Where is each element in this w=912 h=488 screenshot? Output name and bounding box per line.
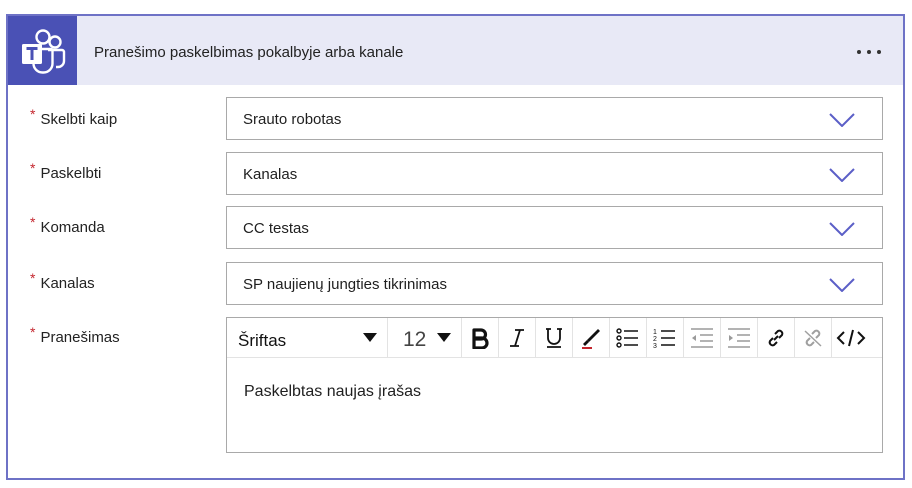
chevron-down-icon [829,168,855,182]
decrease-indent-button[interactable] [684,318,721,358]
caret-down-icon [363,333,377,342]
chevron-down-icon [829,222,855,236]
field-label-text: Kanalas [40,275,95,292]
message-editor: Šriftas 12 1 2 3 Paskelbtas naujas įraša… [226,317,883,453]
code-icon [836,329,865,347]
required-marker: * [30,106,36,122]
font-size-value: 12 [403,328,427,351]
channel-dropdown[interactable]: SP naujienų jungties tikrinimas [226,262,883,305]
teams-icon [8,16,77,85]
field-label: * Pranešimas [30,324,120,346]
field-label: * Paskelbti [30,160,102,182]
bulleted-list-icon [616,328,638,348]
card-header[interactable]: Pranešimo paskelbimas pokalbyje arba kan… [8,16,903,85]
field-label: * Komanda [30,214,105,236]
underline-button[interactable] [536,318,573,358]
action-card: Pranešimo paskelbimas pokalbyje arba kan… [6,14,905,480]
team-dropdown[interactable]: CC testas [226,206,883,249]
field-label: * Kanalas [30,270,95,292]
required-marker: * [30,270,36,286]
chevron-down-icon [829,278,855,292]
dropdown-value: SP naujienų jungties tikrinimas [243,276,448,293]
unlink-icon [804,329,822,347]
numbered-list-button[interactable]: 1 2 3 [647,318,684,358]
numbered-list-icon: 1 2 3 [653,329,675,349]
decrease-indent-icon [691,328,713,348]
dropdown-value: CC testas [243,220,309,237]
svg-text:2: 2 [653,336,657,343]
font-family-value: Šriftas [238,331,287,350]
field-label-text: Paskelbti [40,165,102,182]
field-label: * Skelbti kaip [30,106,118,128]
field-label-text: Skelbti kaip [40,111,118,128]
field-label-text: Komanda [40,219,105,236]
dropdown-value: Srauto robotas [243,111,342,128]
increase-indent-icon [728,328,750,348]
dropdown-value: Kanalas [243,166,298,183]
required-marker: * [30,160,36,176]
required-marker: * [30,324,36,340]
bulleted-list-button[interactable] [610,318,647,358]
required-marker: * [30,214,36,230]
post-in-dropdown[interactable]: Kanalas [226,152,883,195]
insert-link-button[interactable] [758,318,795,358]
underline-icon [546,328,562,348]
increase-indent-button[interactable] [721,318,758,358]
svg-text:3: 3 [653,343,657,349]
post-as-dropdown[interactable]: Srauto robotas [226,97,883,140]
caret-down-icon [437,333,451,342]
italic-button[interactable] [499,318,536,358]
svg-text:1: 1 [653,329,657,336]
text-color-button[interactable] [573,318,610,358]
bold-button[interactable] [462,318,499,358]
chevron-down-icon [829,113,855,127]
editor-toolbar: Šriftas 12 1 2 3 [227,318,882,358]
card-title: Pranešimo paskelbimas pokalbyje arba kan… [94,44,404,61]
link-icon [768,329,784,347]
remove-link-button[interactable] [795,318,832,358]
italic-icon [510,329,524,347]
message-body-text[interactable]: Paskelbtas naujas įrašas [244,383,421,401]
font-size-select[interactable]: 12 [388,318,462,358]
font-family-select[interactable]: Šriftas [227,318,388,358]
paint-brush-icon [582,329,600,349]
more-options-icon[interactable] [851,42,887,62]
field-label-text: Pranešimas [40,329,120,346]
bold-icon [472,328,489,349]
code-view-button[interactable] [832,318,869,358]
